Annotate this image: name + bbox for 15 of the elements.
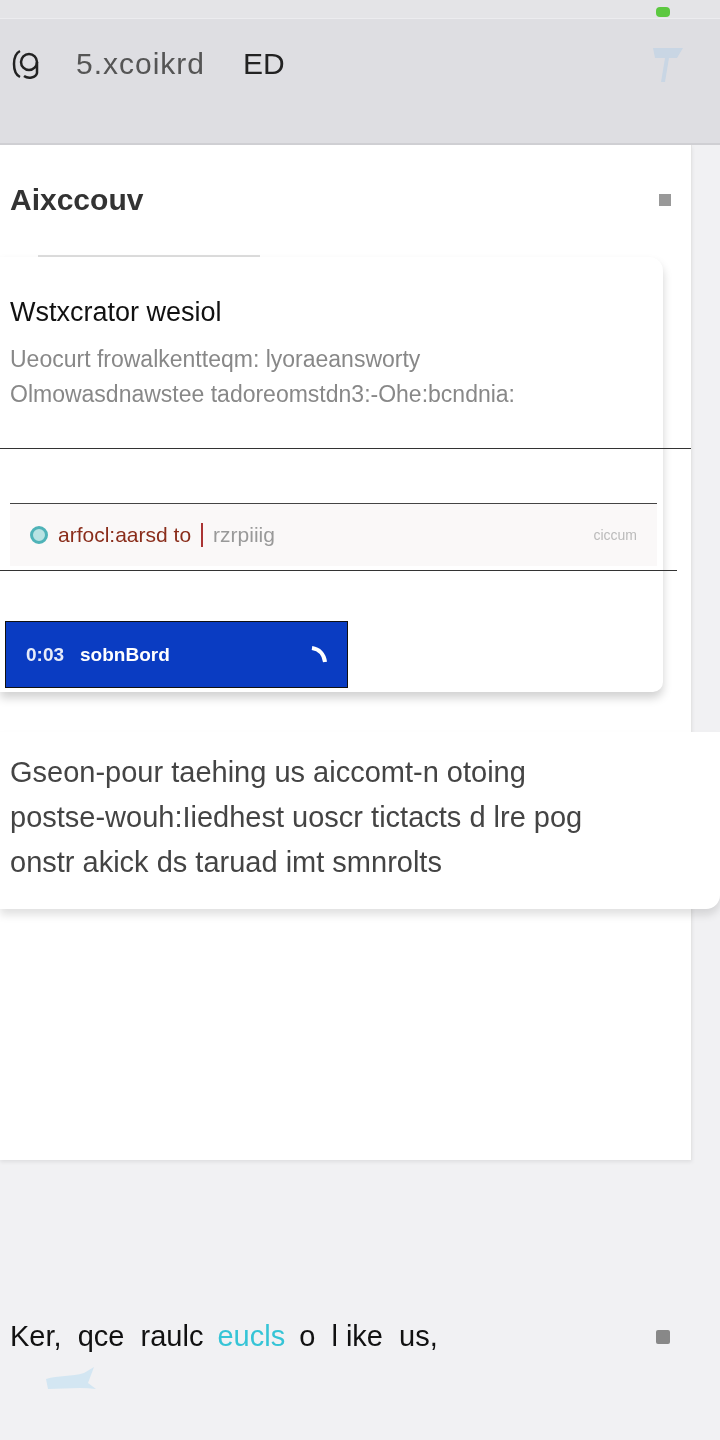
submit-button[interactable]: 0:03 sobnBord <box>5 621 348 688</box>
card-description: Ueocurt frowalkentteqm: lyoraeansworty <box>10 346 422 373</box>
card-description: Olmowasdnawstee tadoreomstdn3:-Ohe:bcndnia: <box>10 381 516 408</box>
square-icon <box>656 1329 670 1344</box>
search-field[interactable]: arfocl:aarsd to rzrpiiig ciccum <box>10 503 657 566</box>
field-hint: ciccum <box>593 527 637 543</box>
status-dot-icon <box>30 526 48 544</box>
menu-icon[interactable] <box>659 194 671 206</box>
footer-text: Ker, qce raulc <box>10 1320 204 1353</box>
section-heading: Aixccouv <box>10 183 144 217</box>
card-title: Wstxcrator wesiol <box>10 297 223 328</box>
app-title: 5.xcoikrd <box>76 47 206 81</box>
status-text: ED <box>243 47 285 81</box>
body-paragraph: Gseon-pour taehing us aiccomt-n otoing postse-wouh:Iiedhest uoscr tictacts d lre pog onstr akick ds taruad imt smnrolts <box>0 732 720 909</box>
footer-text: o l ike us, <box>299 1320 438 1353</box>
